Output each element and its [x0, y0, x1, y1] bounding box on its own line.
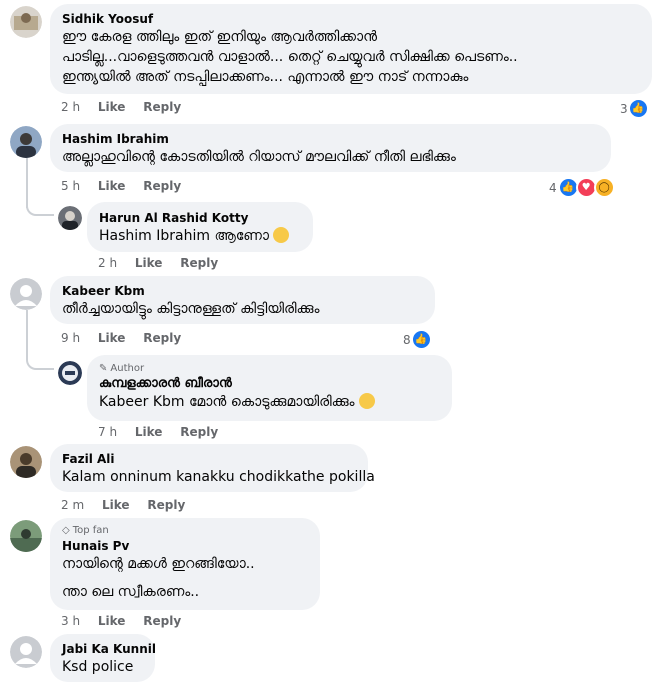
avatar[interactable]: [10, 6, 42, 38]
comment-bubble: ✎ Author കുമ്പളക്കാരൻ ബീരാൻ Kabeer Kbm മ…: [87, 355, 452, 421]
avatar[interactable]: [10, 446, 42, 478]
comment-time[interactable]: 7 h: [98, 425, 117, 439]
reaction-count[interactable]: 3 👍: [620, 98, 649, 119]
reply-button[interactable]: Reply: [143, 179, 181, 193]
thread-connector: [26, 196, 54, 216]
diamond-icon: ◇: [62, 525, 70, 536]
reply-button[interactable]: Reply: [180, 256, 218, 270]
comment-actions: 5 h Like Reply: [61, 179, 195, 193]
comment-bubble: ◇ Top fan Hunais Pv നായിന്റെ മക്കൾ ഇറങ്ങ…: [50, 518, 320, 610]
avatar[interactable]: [58, 361, 82, 385]
comment-text: Kalam onninum kanakku chodikkathe pokill…: [62, 469, 375, 485]
reaction-count[interactable]: 4 👍 ♥ ◯: [549, 177, 615, 198]
badge-label: Author: [110, 363, 145, 374]
comment-bubble: Harun Al Rashid Kotty Hashim Ibrahim ആണോ: [87, 202, 313, 252]
like-icon: 👍: [627, 98, 649, 119]
comment-actions: 9 h Like Reply: [61, 331, 195, 345]
comment-author[interactable]: Hunais Pv: [62, 538, 308, 554]
comment-text: പാടില്ല...വാളെടുത്തവൻ വാളാൽ... തെറ്റ് ചെ…: [62, 49, 518, 65]
comment-actions: 2 h Like Reply: [98, 256, 232, 270]
comment-time[interactable]: 3 h: [61, 614, 80, 628]
comment-time[interactable]: 5 h: [61, 179, 80, 193]
comment-author[interactable]: Jabi Ka Kunnil: [62, 641, 156, 657]
comment-text: Hashim Ibrahim ആണോ: [99, 228, 269, 244]
comment-text: Kabeer Kbm മോൻ കൊടുക്കുമായിരിക്കും: [99, 394, 355, 410]
comment-bubble: Kabeer Kbm തീർച്ചയായിട്ടും കിട്ടാനുള്ളത്…: [50, 276, 435, 324]
comment-time[interactable]: 2 m: [61, 498, 84, 512]
wow-icon: ◯: [593, 177, 615, 198]
comment-actions: 7 h Like Reply: [98, 425, 232, 439]
like-button[interactable]: Like: [98, 331, 126, 345]
comment-actions: 3 h Like Reply: [61, 614, 195, 628]
like-button[interactable]: Like: [102, 498, 130, 512]
comment-time[interactable]: 2 h: [98, 256, 117, 270]
thread-connector: [26, 350, 54, 370]
avatar[interactable]: [10, 636, 42, 668]
like-button[interactable]: Like: [98, 614, 126, 628]
reply-button[interactable]: Reply: [143, 614, 181, 628]
comment-text: ന്താ ലെ സ്വീകരണം..: [62, 584, 200, 600]
like-icon: 👍: [410, 329, 432, 350]
comment-time[interactable]: 9 h: [61, 331, 80, 345]
comment-text-row: Kabeer Kbm മോൻ കൊടുക്കുമായിരിക്കും: [99, 392, 440, 412]
comment-text: തീർച്ചയായിട്ടും കിട്ടാനുള്ളത് കിട്ടിയിരി…: [62, 301, 320, 317]
comment-author[interactable]: Hashim Ibrahim: [62, 131, 599, 147]
avatar[interactable]: [10, 520, 42, 552]
comment-author[interactable]: Harun Al Rashid Kotty: [99, 210, 301, 226]
avatar[interactable]: [58, 206, 82, 230]
reply-button[interactable]: Reply: [143, 100, 181, 114]
comment-author[interactable]: കുമ്പളക്കാരൻ ബീരാൻ: [99, 376, 440, 392]
comment-text: നായിന്റെ മക്കൾ ഇറങ്ങിയോ..: [62, 556, 255, 572]
topfan-badge: ◇ Top fan: [62, 524, 308, 538]
reply-button[interactable]: Reply: [180, 425, 218, 439]
comment-author[interactable]: Fazil Ali: [62, 451, 356, 467]
comment-bubble: Jabi Ka Kunnil Ksd police: [50, 634, 156, 682]
like-button[interactable]: Like: [98, 179, 126, 193]
like-button[interactable]: Like: [135, 425, 163, 439]
like-button[interactable]: Like: [98, 100, 126, 114]
avatar[interactable]: [10, 278, 42, 310]
reaction-count[interactable]: 8 👍: [403, 329, 432, 350]
comment-bubble: Hashim Ibrahim അല്ലാഹുവിന്റെ കോടതിയിൽ റി…: [50, 124, 611, 172]
laughing-emoji-icon: [358, 393, 375, 409]
comment-text-row: Hashim Ibrahim ആണോ: [99, 226, 301, 246]
comment-bubble: Fazil Ali Kalam onninum kanakku chodikka…: [50, 444, 375, 492]
reaction-number: 8: [403, 332, 411, 347]
comment-time[interactable]: 2 h: [61, 100, 80, 114]
pencil-icon: ✎: [99, 363, 108, 374]
comment-actions: 2 h Like Reply: [61, 100, 195, 114]
comment-text: ഇന്ത്യയിൽ അത് നടപ്പിലാക്കണം... എന്നാൽ ഈ …: [62, 69, 469, 85]
reaction-number: 3: [620, 101, 628, 116]
reaction-number: 4: [549, 180, 557, 195]
badge-label: Top fan: [72, 525, 109, 536]
comment-bubble: Sidhik Yoosuf ഈ കേരള ത്തിലും ഇത് ഇനിയും …: [50, 4, 652, 94]
comment-text: അല്ലാഹുവിന്റെ കോടതിയിൽ റിയാസ് മൗലവിക്ക് …: [62, 149, 456, 165]
comment-author[interactable]: Kabeer Kbm: [62, 283, 423, 299]
like-button[interactable]: Like: [135, 256, 163, 270]
comment-author[interactable]: Sidhik Yoosuf: [62, 11, 640, 27]
author-badge: ✎ Author: [99, 362, 440, 376]
reply-button[interactable]: Reply: [143, 331, 181, 345]
comment-text: ഈ കേരള ത്തിലും ഇത് ഇനിയും ആവർത്തിക്കാൻ: [62, 29, 378, 45]
reply-button[interactable]: Reply: [147, 498, 185, 512]
avatar[interactable]: [10, 126, 42, 158]
comment-text: Ksd police: [62, 659, 134, 675]
smile-emoji-icon: [273, 227, 290, 243]
comment-actions: 2 m Like Reply: [61, 498, 199, 512]
